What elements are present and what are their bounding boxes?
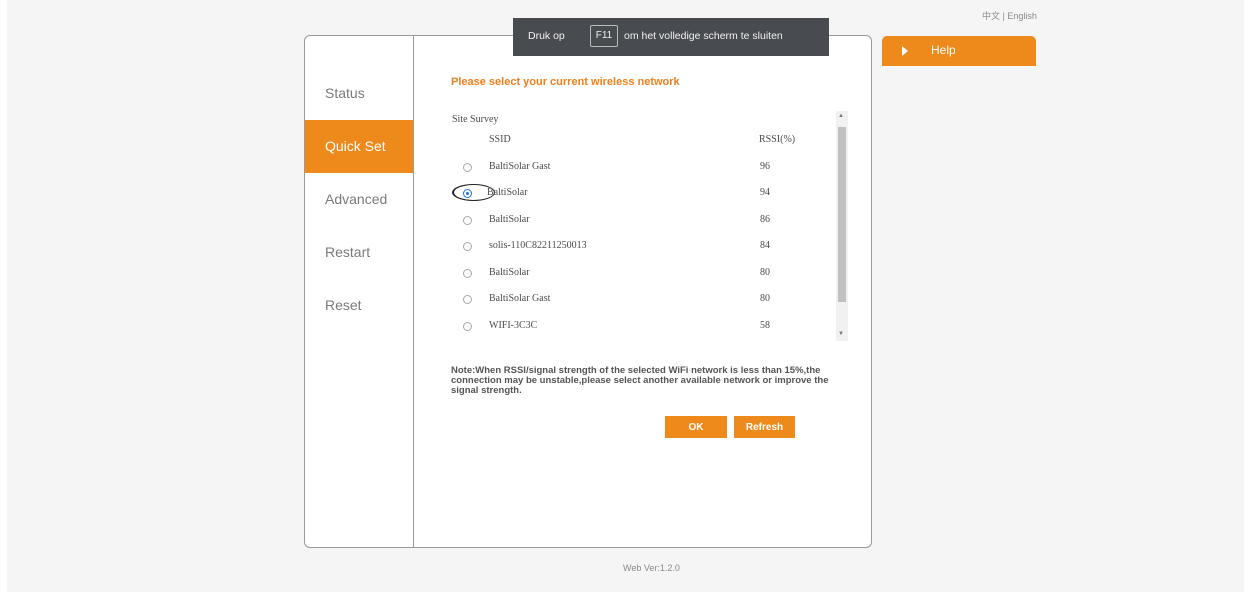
language-separator: | bbox=[1002, 11, 1005, 21]
network-rssi: 58 bbox=[760, 320, 770, 331]
network-radio[interactable] bbox=[463, 295, 472, 304]
scroll-down-arrow-icon[interactable]: ▼ bbox=[838, 331, 844, 337]
sidebar: Status Quick Set Advanced Restart Reset bbox=[305, 36, 414, 547]
network-row[interactable]: solis-110C82211250013 84 bbox=[452, 238, 832, 258]
network-rssi: 94 bbox=[760, 187, 770, 198]
network-rssi: 80 bbox=[760, 293, 770, 304]
sidebar-item-quick-set[interactable]: Quick Set bbox=[305, 120, 413, 173]
network-ssid: BaltiSolar bbox=[487, 187, 528, 198]
network-radio[interactable] bbox=[463, 322, 472, 331]
network-ssid: WIFI-3C3C bbox=[489, 320, 538, 331]
network-rssi: 96 bbox=[760, 161, 770, 172]
network-ssid: BaltiSolar Gast bbox=[489, 161, 551, 172]
main-panel: Status Quick Set Advanced Restart Reset … bbox=[304, 35, 872, 548]
quick-set-content: Please select your current wireless netw… bbox=[414, 36, 871, 547]
ok-button[interactable]: OK bbox=[665, 416, 727, 438]
network-rssi: 86 bbox=[760, 214, 770, 225]
column-header-ssid: SSID bbox=[489, 134, 511, 145]
network-row-selected[interactable]: BaltiSolar 94 bbox=[452, 184, 832, 205]
language-english-link[interactable]: English bbox=[1007, 11, 1037, 21]
play-arrow-icon bbox=[902, 46, 908, 56]
site-survey-title: Site Survey bbox=[452, 114, 499, 125]
refresh-button[interactable]: Refresh bbox=[734, 416, 795, 438]
page-heading: Please select your current wireless netw… bbox=[451, 76, 680, 88]
scroll-up-arrow-icon[interactable]: ▲ bbox=[838, 113, 844, 119]
sidebar-item-reset[interactable]: Reset bbox=[305, 279, 413, 332]
site-survey-list: Site Survey SSID RSSI(%) BaltiSolar Gast… bbox=[452, 111, 852, 342]
network-radio[interactable] bbox=[463, 163, 472, 172]
banner-suffix-text: om het volledige scherm te sluiten bbox=[624, 30, 783, 42]
help-tab[interactable]: Help bbox=[882, 36, 1036, 66]
network-row[interactable]: BaltiSolar 80 bbox=[452, 265, 832, 285]
f11-key-icon: F11 bbox=[590, 25, 618, 47]
network-radio-selected[interactable] bbox=[463, 189, 472, 198]
column-header-rssi: RSSI(%) bbox=[759, 134, 796, 145]
language-switcher: 中文 | English bbox=[982, 9, 1037, 22]
network-ssid: solis-110C82211250013 bbox=[489, 240, 587, 251]
network-row[interactable]: BaltiSolar 86 bbox=[452, 212, 832, 232]
network-rssi: 80 bbox=[760, 267, 770, 278]
web-version: Web Ver:1.2.0 bbox=[623, 563, 680, 573]
network-radio[interactable] bbox=[463, 242, 472, 251]
network-row[interactable]: BaltiSolar Gast 96 bbox=[452, 159, 832, 179]
sidebar-item-status[interactable]: Status bbox=[305, 67, 413, 120]
network-radio[interactable] bbox=[463, 216, 472, 225]
scrollbar-thumb[interactable] bbox=[838, 127, 846, 302]
sidebar-item-restart[interactable]: Restart bbox=[305, 226, 413, 279]
help-label: Help bbox=[931, 43, 956, 57]
sidebar-item-advanced[interactable]: Advanced bbox=[305, 173, 413, 226]
network-ssid: BaltiSolar bbox=[489, 214, 530, 225]
signal-note: Note:When RSSI/signal strength of the se… bbox=[451, 365, 829, 396]
language-chinese-link[interactable]: 中文 bbox=[982, 11, 1000, 21]
network-row[interactable]: WIFI-3C3C 58 bbox=[452, 318, 832, 338]
banner-prefix-text: Druk op bbox=[528, 30, 565, 42]
network-rssi: 84 bbox=[760, 240, 770, 251]
fullscreen-exit-banner: Druk op F11 om het volledige scherm te s… bbox=[513, 18, 829, 56]
network-row[interactable]: BaltiSolar Gast 80 bbox=[452, 291, 832, 311]
network-ssid: BaltiSolar bbox=[489, 267, 530, 278]
survey-scrollbar[interactable]: ▲ ▼ bbox=[836, 111, 848, 341]
network-ssid: BaltiSolar Gast bbox=[489, 293, 551, 304]
network-radio[interactable] bbox=[463, 269, 472, 278]
